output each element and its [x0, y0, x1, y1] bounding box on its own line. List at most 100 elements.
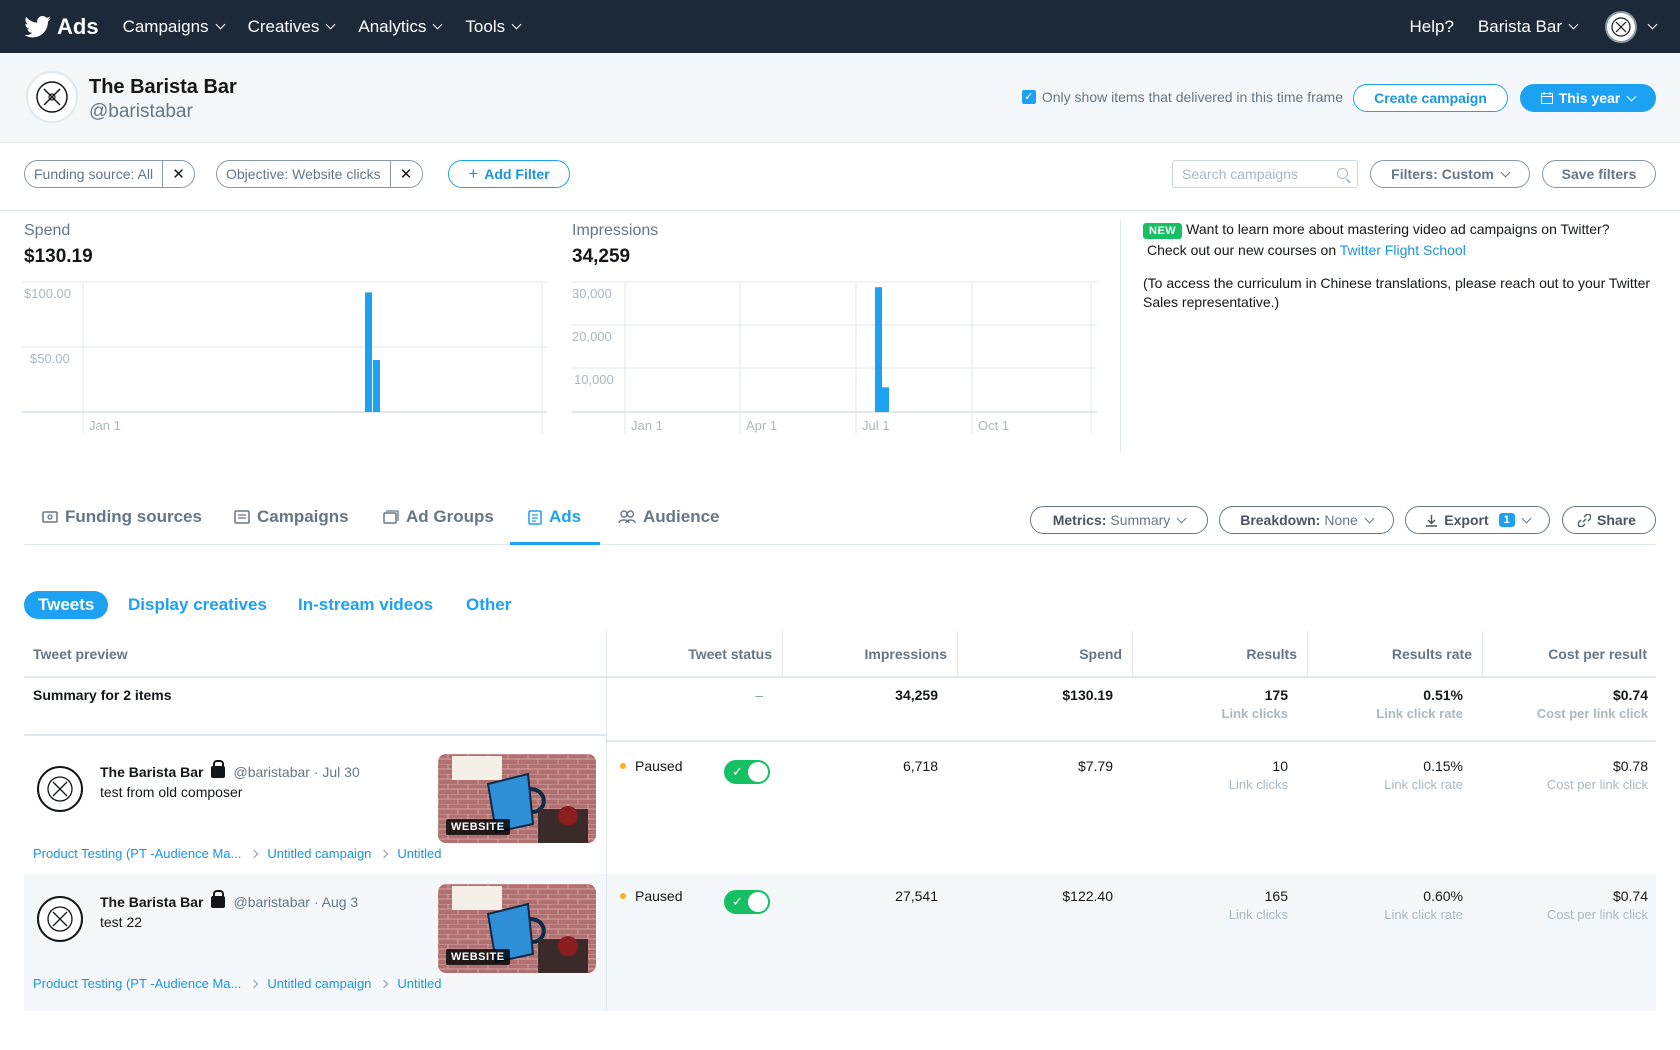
flight-school-link[interactable]: Twitter Flight School — [1340, 242, 1466, 258]
toggle-knob — [748, 892, 768, 912]
link-icon — [1578, 513, 1592, 527]
barista-logo-icon — [47, 776, 73, 802]
briefcase-icon — [211, 890, 226, 908]
summary-results-value: 175 — [1264, 687, 1288, 703]
table-row[interactable]: The Barista Bar @baristabar · Jul 30 test… — [24, 744, 1656, 874]
tab-ads[interactable]: Ads — [528, 507, 581, 527]
nav-analytics[interactable]: Analytics — [358, 17, 443, 37]
toggle-knob — [748, 762, 768, 782]
status-toggle[interactable]: ✓ — [724, 760, 770, 784]
tweet-media-thumbnail[interactable]: WEBSITE — [438, 754, 596, 843]
active-tab-indicator — [510, 542, 600, 545]
top-nav: Ads Campaigns Creatives Analytics Tools … — [0, 0, 1680, 53]
promo-panel: NEW Want to learn more about mastering vi… — [1120, 220, 1668, 452]
tab-label: Campaigns — [257, 507, 349, 526]
download-icon — [1426, 514, 1438, 527]
status-toggle[interactable]: ✓ — [724, 890, 770, 914]
promo-note: (To access the curriculum in Chinese tra… — [1143, 275, 1651, 310]
nav-campaigns[interactable]: Campaigns — [123, 17, 226, 37]
brand-logo[interactable]: Ads — [24, 14, 99, 40]
account-switcher[interactable]: Barista Bar — [1478, 17, 1579, 37]
filters-custom-button[interactable]: Filters: Custom — [1370, 160, 1530, 188]
chart-bar[interactable] — [875, 287, 882, 412]
column-header-tweet-preview[interactable]: Tweet preview — [33, 631, 128, 676]
close-icon[interactable]: ✕ — [389, 161, 422, 187]
tweet-status-label: Paused — [635, 758, 683, 774]
chart-bar[interactable] — [365, 292, 372, 412]
chart-bar[interactable] — [882, 387, 889, 412]
breadcrumb-adgroup[interactable]: Untitled — [397, 846, 441, 861]
breakdown-dropdown[interactable]: Breakdown: None — [1219, 506, 1394, 534]
time-frame-button[interactable]: This year — [1520, 84, 1656, 112]
spend-label: Spend — [24, 222, 71, 239]
row-spend-value: $7.79 — [1077, 758, 1113, 774]
subtab-other[interactable]: Other — [466, 591, 511, 619]
row-impressions: 6,718 — [782, 758, 938, 774]
column-header-cost-per-result[interactable]: Cost per result — [1482, 631, 1647, 676]
breadcrumb-funding[interactable]: Product Testing (PT -Audience Ma... — [33, 976, 241, 991]
y-tick-label: 30,000 — [572, 286, 612, 301]
export-button[interactable]: Export 1 — [1405, 506, 1550, 534]
filter-chip-funding[interactable]: Funding source: All ✕ — [24, 160, 196, 188]
nav-tools[interactable]: Tools — [465, 17, 522, 37]
column-header-spend[interactable]: Spend — [957, 631, 1122, 676]
tweet-media-thumbnail[interactable]: WEBSITE — [438, 884, 596, 973]
create-campaign-button[interactable]: Create campaign — [1353, 84, 1508, 112]
share-button[interactable]: Share — [1562, 506, 1656, 534]
export-label: Export — [1444, 512, 1489, 528]
column-header-results[interactable]: Results — [1132, 631, 1297, 676]
promo-text: Want to learn more about mastering video… — [1186, 221, 1610, 237]
chevron-down-icon[interactable] — [1647, 19, 1658, 30]
twitter-bird-icon — [24, 15, 51, 37]
column-divider — [957, 631, 958, 676]
subtab-display-creatives[interactable]: Display creatives — [128, 591, 267, 619]
impressions-bars — [875, 287, 889, 412]
tweet-text: test from old composer — [100, 784, 243, 800]
spend-bars — [365, 292, 380, 412]
table-row[interactable]: The Barista Bar @baristabar · Aug 3 test … — [24, 874, 1656, 1011]
subtab-in-stream-videos[interactable]: In-stream videos — [298, 591, 433, 619]
paused-status-dot — [620, 893, 626, 899]
breadcrumb-funding[interactable]: Product Testing (PT -Audience Ma... — [33, 846, 241, 861]
tab-audience[interactable]: Audience — [618, 507, 720, 527]
chevron-down-icon — [1626, 91, 1637, 101]
nav-creatives[interactable]: Creatives — [248, 17, 336, 37]
breadcrumb-campaign[interactable]: Untitled campaign — [267, 846, 371, 861]
share-label: Share — [1597, 512, 1636, 528]
delivered-filter-label: Only show items that delivered in this t… — [1041, 89, 1343, 105]
add-filter-button[interactable]: + Add Filter — [448, 160, 570, 188]
column-header-tweet-status[interactable]: Tweet status — [606, 631, 772, 676]
checkbox-checked-icon[interactable]: ✓ — [1021, 90, 1036, 104]
tab-funding-sources[interactable]: Funding sources — [42, 507, 202, 527]
subtab-tweets[interactable]: Tweets — [24, 591, 109, 619]
filter-chip-objective[interactable]: Objective: Website clicks ✕ — [216, 160, 423, 188]
adgroups-icon — [383, 510, 399, 524]
close-icon[interactable]: ✕ — [162, 161, 194, 187]
breakdown-key: Breakdown: — [1240, 512, 1321, 528]
audience-icon — [618, 510, 636, 524]
row-results-sub: Link clicks — [1228, 777, 1288, 792]
metrics-dropdown[interactable]: Metrics: Summary — [1030, 506, 1208, 534]
help-link[interactable]: Help? — [1409, 17, 1453, 37]
delivered-filter[interactable]: ✓ Only show items that delivered in this… — [1021, 89, 1343, 105]
tweet-author: The Barista Bar @baristabar · Aug 3 — [100, 890, 358, 910]
breadcrumb-campaign[interactable]: Untitled campaign — [267, 976, 371, 991]
save-filters-button[interactable]: Save filters — [1542, 160, 1656, 188]
chevron-down-icon — [511, 19, 522, 30]
search-input[interactable]: Search campaigns — [1172, 160, 1358, 188]
chart-bar[interactable] — [373, 360, 380, 412]
campaigns-icon — [234, 510, 250, 524]
tab-campaigns[interactable]: Campaigns — [234, 507, 349, 527]
user-avatar[interactable] — [1605, 10, 1637, 43]
column-header-results-rate[interactable]: Results rate — [1307, 631, 1472, 676]
column-divider — [1307, 631, 1308, 676]
metrics-value: Summary — [1110, 512, 1171, 528]
tweet-text: test 22 — [100, 914, 143, 930]
row-impressions: 27,541 — [782, 888, 938, 904]
tab-ad-groups[interactable]: Ad Groups — [383, 507, 494, 527]
tab-label: Ads — [549, 507, 582, 526]
column-header-impressions[interactable]: Impressions — [782, 631, 947, 676]
row-rate-sub: Link click rate — [1384, 777, 1463, 792]
tweet-author-name: The Barista Bar — [100, 894, 204, 910]
breadcrumb-adgroup[interactable]: Untitled — [397, 976, 441, 991]
